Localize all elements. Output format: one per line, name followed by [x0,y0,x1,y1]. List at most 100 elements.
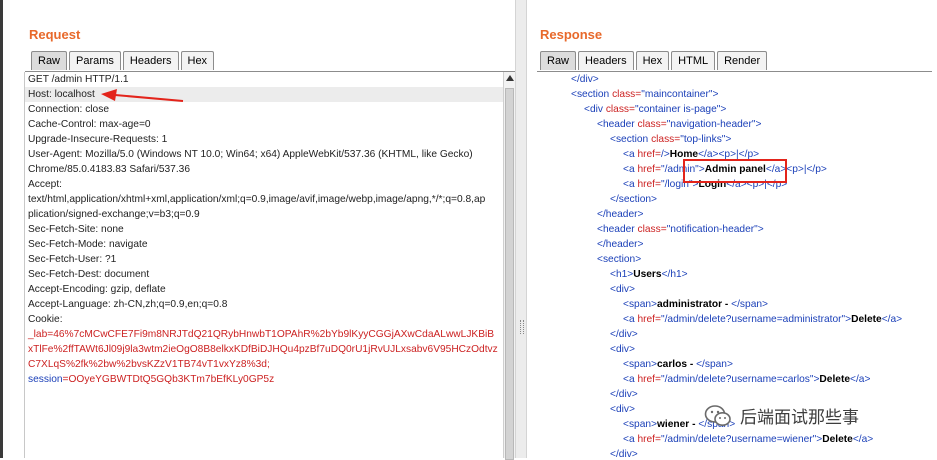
response-token-txt: Delete [851,314,882,325]
response-line: <h1>Users</h1> [537,267,927,282]
response-line: <div> [537,342,927,357]
request-line: Accept: [28,179,62,190]
response-line: <section class="top-links"> [537,132,927,147]
response-token-tag: </section> [610,194,658,205]
response-token-tag: <header [597,224,638,235]
request-line: Accept-Encoding: gzip, deflate [28,284,166,295]
wechat-icon [704,404,731,426]
response-pane: Response Raw Headers Hex HTML Render </div> <… [527,0,937,458]
session-value: =OOyeYGBWTDtQ5GQb3KTm7bEfKLy0GP5z [62,374,275,385]
response-token-txt: administrator - [657,299,732,310]
response-line: <span>administrator - </span> [537,297,927,312]
response-tab-headers[interactable]: Headers [578,51,634,70]
response-line: <a href="/admin/delete?username=wiener">… [537,432,927,447]
response-token-txt: Delete [819,374,850,385]
response-line: <section class="maincontainer"> [537,87,927,102]
annotation-highlight-box [683,159,787,183]
request-line: Upgrade-Insecure-Requests: 1 [28,134,168,145]
response-tab-raw[interactable]: Raw [540,51,577,70]
response-token-attr: href= [637,314,661,325]
request-line: Sec-Fetch-Dest: document [28,269,150,280]
response-line: <div class="container is-page"> [537,102,927,117]
request-tab-headers[interactable]: Headers [122,51,179,70]
response-line: <div> [537,282,927,297]
request-line: Connection: close [28,104,109,115]
response-tab-render[interactable]: Render [717,51,768,70]
splitter-grip[interactable] [520,320,524,334]
request-line: Host: localhost [25,87,503,102]
response-token-attr: href= [637,434,661,445]
response-line: </div> [537,447,927,458]
response-token-tag: </a> [850,374,871,385]
response-token-tag: "container is-page"> [634,104,727,115]
request-tabs: Raw Params Headers Hex [31,51,216,71]
annotation-arrow-icon [101,89,184,102]
response-token-attr: class= [605,104,635,115]
request-pane: Request Raw Params Headers Hex GET /admin H… [0,0,516,460]
response-token-attr: href= [637,164,661,175]
response-token-tag: <a [623,149,638,160]
session-cookie-line: session=OOyeYGBWTDtQ5GQb3KTm7bEfKLy0GP5z [25,372,503,387]
response-token-tag: <span> [623,359,657,370]
response-token-attr: class= [612,89,642,100]
response-line: <a href="/admin/delete?username=administ… [537,312,927,327]
response-token-tag: <section [610,134,652,145]
response-token-tag: </h1> [661,269,688,280]
request-tab-raw[interactable]: Raw [31,51,68,70]
response-token-tag: </a> [881,314,903,325]
response-tabs: Raw Headers Hex HTML Render [540,51,769,71]
response-token-tag: <a [623,434,638,445]
response-token-txt: carlos - [657,359,697,370]
scroll-up-icon[interactable] [506,75,514,81]
request-line: Cookie: [28,314,63,325]
request-line: GET /admin HTTP/1.1 [28,74,129,85]
response-token-tag: <a [623,179,638,190]
request-line: Sec-Fetch-Mode: navigate [28,239,148,250]
scroll-thumb[interactable] [505,88,514,460]
response-token-tag: <span> [623,419,657,430]
response-token-txt: Users [633,269,662,280]
pane-splitter[interactable] [515,0,527,458]
response-line: </section> [537,192,927,207]
request-line: Sec-Fetch-User: ?1 [28,254,117,265]
response-token-tag: </div> [571,74,599,85]
request-line: User-Agent: Mozilla/5.0 (Windows NT 10.0… [28,149,473,160]
response-token-attr: class= [651,134,681,145]
cookie-line: C7XLqS%2fk%2bw%2bvsKZzV1TB74vT1vxYz8%3d; [28,359,270,370]
request-line: Accept-Language: zh-CN,zh;q=0.9,en;q=0.8 [28,299,228,310]
response-token-tag: <span> [623,299,657,310]
response-token-tag: <h1> [610,269,634,280]
request-tab-params[interactable]: Params [69,51,121,70]
response-token-tag: <section [571,89,613,100]
response-token-attr: href= [637,374,661,385]
response-token-tag: </span> [731,299,768,310]
response-token-tag: </a> [852,434,874,445]
response-token-tag: /> [660,149,670,160]
response-token-tag: </span> [696,359,733,370]
watermark: 后端面试那些事 [704,403,859,428]
response-token-tag: </header> [597,209,644,220]
request-tab-hex[interactable]: Hex [180,51,215,70]
response-token-tag: <a [623,164,638,175]
response-token-attr: class= [637,224,667,235]
response-tab-hex[interactable]: Hex [635,51,670,70]
response-token-attr: href= [637,179,661,190]
cookie-line: xTlFe%2ffTAWt6Jl09j9la3wtm2ieOgO8B8elkxK… [28,344,498,355]
response-token-tag: "top-links"> [680,134,732,145]
response-token-tag: </header> [597,239,644,250]
response-token-tag: <section> [597,254,642,265]
response-line: </header> [537,237,927,252]
response-tab-html[interactable]: HTML [671,51,716,70]
session-key: session [28,374,63,385]
response-token-attr: class= [637,119,667,130]
request-line: Cache-Control: max-age=0 [28,119,151,130]
request-editor[interactable]: GET /admin HTTP/1.1 Host: localhost Connec… [24,72,503,458]
response-editor[interactable]: </div> <section class="maincontainer"> <di… [537,72,927,458]
response-line: <header class="notification-header"> [537,222,927,237]
response-token-tag: </div> [610,449,638,458]
response-line: </header> [537,207,927,222]
response-token-txt: wiener - [657,419,699,430]
response-token-tag: </div> [610,389,638,400]
response-line: </div> [537,327,927,342]
cookie-line: _lab=46%7cMCwCFE7Fi9m8NRJTdQ21QRybHnwbT1… [28,329,495,340]
